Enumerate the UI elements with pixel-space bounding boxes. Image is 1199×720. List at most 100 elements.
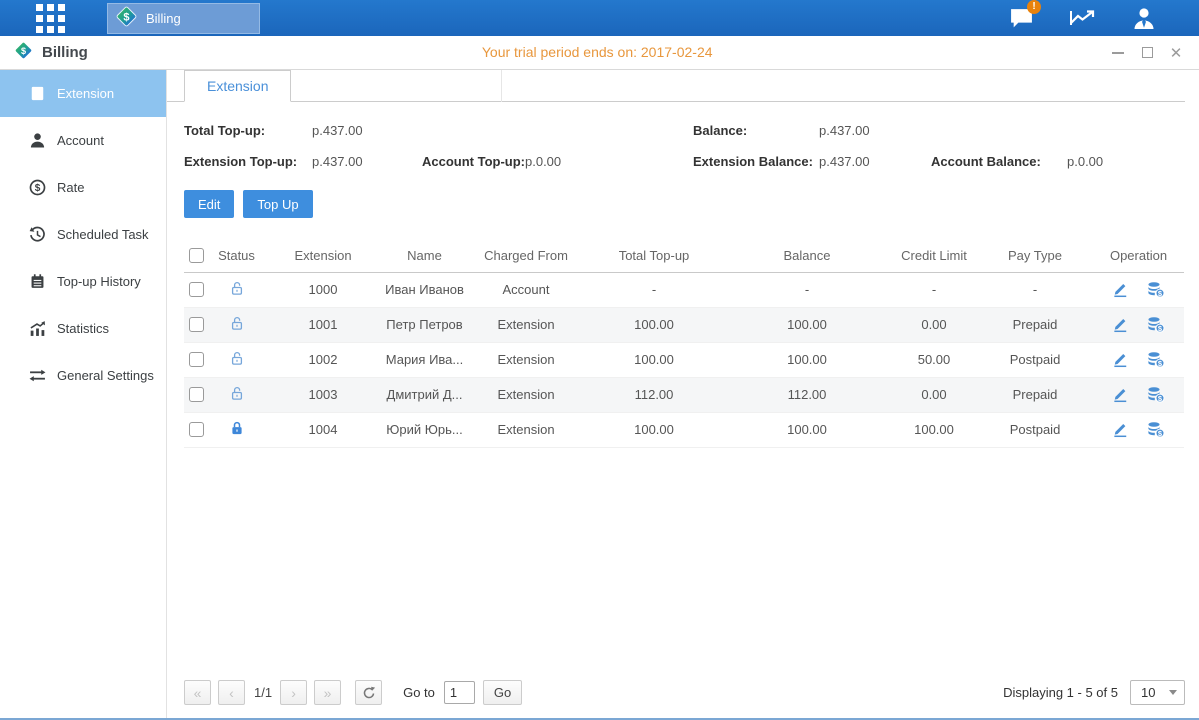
account-icon	[29, 132, 46, 149]
table-row: 1004 Юрий Юрь... Extension 100.00 100.00…	[184, 412, 1184, 447]
total-topup-cell: -	[585, 272, 723, 307]
top-up-row-icon[interactable]: $	[1147, 386, 1165, 403]
col-total-topup: Total Top-up	[585, 239, 723, 272]
extension-cell: 1004	[264, 412, 382, 447]
row-checkbox[interactable]	[189, 282, 204, 297]
sidebar-item-scheduled-task[interactable]: Scheduled Task	[0, 211, 166, 258]
next-page-button[interactable]: ›	[280, 680, 307, 705]
tab-strip-spacer	[291, 70, 502, 102]
sidebar-item-label: Top-up History	[57, 274, 141, 289]
col-operation: Operation	[1093, 239, 1184, 272]
charged-from-cell: Extension	[467, 377, 585, 412]
notification-badge: !	[1027, 0, 1041, 14]
credit-limit-cell: 0.00	[891, 377, 977, 412]
sidebar-item-account[interactable]: Account	[0, 117, 166, 164]
chevron-down-icon	[1169, 690, 1177, 695]
tab-strip: Extension	[167, 70, 1185, 102]
minimize-button[interactable]	[1111, 46, 1125, 60]
general-settings-icon	[29, 367, 46, 384]
balance-cell: 100.00	[723, 412, 891, 447]
total-topup-cell: 100.00	[585, 412, 723, 447]
credit-limit-cell: -	[891, 272, 977, 307]
balance-cell: -	[723, 272, 891, 307]
charged-from-cell: Extension	[467, 342, 585, 377]
top-up-row-icon[interactable]: $	[1147, 421, 1165, 438]
account-topup-label: Account Top-up:	[422, 154, 525, 169]
main-panel: Extension Total Top-up: p.437.00 Extensi…	[167, 70, 1199, 718]
lock-open-icon	[229, 315, 245, 332]
pay-type-cell: Prepaid	[977, 307, 1093, 342]
sidebar-item-label: Account	[57, 133, 104, 148]
total-topup-cell: 112.00	[585, 377, 723, 412]
goto-label: Go to	[403, 685, 435, 700]
table-header-row: Status Extension Name Charged From Total…	[184, 239, 1184, 272]
sidebar-item-label: Rate	[57, 180, 84, 195]
prev-page-button[interactable]: ‹	[218, 680, 245, 705]
extension-icon	[29, 85, 46, 102]
table-row: 1003 Дмитрий Д... Extension 112.00 112.0…	[184, 377, 1184, 412]
row-checkbox[interactable]	[189, 317, 204, 332]
user-account-icon[interactable]	[1130, 5, 1157, 32]
sidebar-item-statistics[interactable]: Statistics	[0, 305, 166, 352]
go-button[interactable]: Go	[483, 680, 522, 705]
edit-button[interactable]: Edit	[184, 190, 234, 218]
last-page-button[interactable]: »	[314, 680, 341, 705]
svg-text:$: $	[21, 45, 26, 55]
extension-balance-label: Extension Balance:	[693, 154, 819, 169]
table-row: 1000 Иван Иванов Account - - - - $	[184, 272, 1184, 307]
messages-icon[interactable]: !	[1008, 5, 1035, 32]
scheduled-task-icon	[29, 226, 46, 243]
sidebar-item-label: Scheduled Task	[57, 227, 149, 242]
goto-page-input[interactable]	[444, 681, 475, 704]
maximize-button[interactable]	[1140, 46, 1154, 60]
sidebar-item-label: Extension	[57, 86, 114, 101]
edit-row-icon[interactable]	[1112, 281, 1129, 298]
account-balance-value: p.0.00	[1067, 154, 1103, 169]
lock-open-icon	[229, 280, 245, 297]
name-cell: Иван Иванов	[382, 272, 467, 307]
window-titlebar: $ Billing Your trial period ends on: 201…	[0, 36, 1199, 70]
extension-balance-value: p.437.00	[819, 154, 931, 169]
topup-history-icon	[29, 273, 46, 290]
top-up-row-icon[interactable]: $	[1147, 316, 1165, 333]
tab-extension[interactable]: Extension	[184, 70, 291, 102]
lock-open-icon	[229, 385, 245, 402]
name-cell: Дмитрий Д...	[382, 377, 467, 412]
app-grid-icon[interactable]	[36, 4, 65, 33]
sidebar-item-general-settings[interactable]: General Settings	[0, 352, 166, 399]
table-row: 1001 Петр Петров Extension 100.00 100.00…	[184, 307, 1184, 342]
sidebar-item-topup-history[interactable]: Top-up History	[0, 258, 166, 305]
edit-row-icon[interactable]	[1112, 421, 1129, 438]
edit-row-icon[interactable]	[1112, 351, 1129, 368]
sidebar-item-label: General Settings	[57, 368, 154, 383]
col-status: Status	[209, 239, 264, 272]
resource-monitor-icon[interactable]	[1069, 5, 1096, 32]
extension-table-body: 1000 Иван Иванов Account - - - - $	[184, 272, 1184, 447]
refresh-button[interactable]	[355, 680, 382, 705]
name-cell: Мария Ива...	[382, 342, 467, 377]
top-up-row-icon[interactable]: $	[1147, 351, 1165, 368]
balance-cell: 100.00	[723, 342, 891, 377]
edit-row-icon[interactable]	[1112, 316, 1129, 333]
displaying-info: Displaying 1 - 5 of 5	[1003, 685, 1118, 700]
sidebar-item-rate[interactable]: $ Rate	[0, 164, 166, 211]
svg-text:$: $	[123, 12, 129, 24]
top-up-row-icon[interactable]: $	[1147, 281, 1165, 298]
row-checkbox[interactable]	[189, 387, 204, 402]
row-checkbox[interactable]	[189, 422, 204, 437]
first-page-button[interactable]: «	[184, 680, 211, 705]
taskbar-tab-billing[interactable]: $ Billing	[107, 3, 260, 34]
col-extension: Extension	[264, 239, 382, 272]
col-balance: Balance	[723, 239, 891, 272]
page-size-select[interactable]: 10	[1130, 680, 1185, 705]
credit-limit-cell: 0.00	[891, 307, 977, 342]
close-button[interactable]: ✕	[1169, 46, 1183, 60]
edit-row-icon[interactable]	[1112, 386, 1129, 403]
charged-from-cell: Extension	[467, 307, 585, 342]
col-name: Name	[382, 239, 467, 272]
total-topup-cell: 100.00	[585, 342, 723, 377]
row-checkbox[interactable]	[189, 352, 204, 367]
select-all-checkbox[interactable]	[189, 248, 204, 263]
top-up-button[interactable]: Top Up	[243, 190, 312, 218]
sidebar-item-extension[interactable]: Extension	[0, 70, 166, 117]
